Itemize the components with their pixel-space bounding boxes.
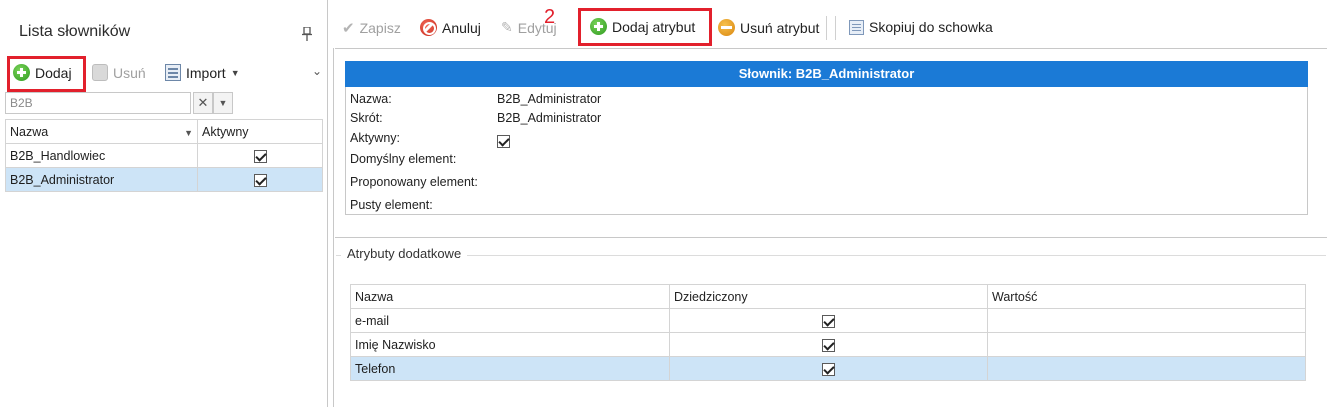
add-icon bbox=[590, 18, 607, 35]
cell-inherited[interactable] bbox=[669, 308, 988, 333]
cell-value[interactable] bbox=[987, 332, 1306, 357]
cell-name: B2B_Administrator bbox=[5, 167, 198, 192]
column-header-inherited[interactable]: Dziedziczony bbox=[669, 284, 988, 309]
save-button[interactable]: ✔ Zapisz bbox=[342, 19, 401, 37]
delete-icon bbox=[92, 64, 108, 81]
cancel-button[interactable]: Anuluj bbox=[420, 19, 481, 36]
add-dictionary-button[interactable]: Dodaj bbox=[13, 64, 72, 81]
cell-inherited[interactable] bbox=[669, 356, 988, 381]
clipboard-icon bbox=[849, 19, 864, 35]
column-header-active[interactable]: Aktywny bbox=[197, 119, 323, 144]
table-row[interactable]: B2B_Administrator bbox=[5, 167, 323, 192]
add-attribute-button[interactable]: Dodaj atrybut bbox=[590, 18, 695, 35]
filter-input[interactable]: B2B bbox=[5, 92, 191, 114]
pencil-icon: ✎ bbox=[501, 19, 513, 35]
active-checkbox[interactable] bbox=[253, 173, 267, 187]
table-row[interactable]: Telefon bbox=[350, 356, 1306, 381]
field-label-name: Nazwa: bbox=[350, 92, 392, 106]
inherited-checkbox[interactable] bbox=[822, 362, 835, 376]
column-header-name[interactable]: Nazwa ▼ bbox=[5, 119, 198, 144]
cell-active[interactable] bbox=[197, 167, 323, 192]
column-header-name[interactable]: Nazwa bbox=[350, 284, 670, 309]
cell-name: B2B_Handlowiec bbox=[5, 143, 198, 168]
pin-icon[interactable] bbox=[301, 27, 313, 41]
dictionary-details bbox=[345, 87, 1308, 215]
field-value-short: B2B_Administrator bbox=[497, 111, 602, 125]
active-checkbox[interactable] bbox=[253, 149, 267, 163]
field-value-name: B2B_Administrator bbox=[497, 92, 602, 106]
cell-inherited[interactable] bbox=[669, 332, 988, 357]
remove-icon bbox=[718, 19, 735, 36]
dictionary-header: Słownik: B2B_Administrator bbox=[345, 61, 1308, 87]
active-checkbox[interactable] bbox=[497, 135, 510, 149]
table-row[interactable]: Imię Nazwisko bbox=[350, 332, 1306, 357]
chevron-down-icon: ▼ bbox=[230, 67, 240, 78]
field-label-default-element: Domyślny element: bbox=[350, 152, 457, 166]
groupbox-line bbox=[336, 255, 1326, 256]
clear-filter-icon[interactable]: ✕ bbox=[193, 92, 213, 114]
table-row[interactable]: B2B_Handlowiec bbox=[5, 143, 323, 168]
inherited-checkbox[interactable] bbox=[822, 314, 835, 328]
cancel-icon bbox=[420, 19, 437, 36]
toolbar-overflow-chevron-icon[interactable]: ⌄ bbox=[312, 64, 322, 78]
annotation-number-2: 2 bbox=[544, 6, 556, 28]
attributes-grid: Nazwa Dziedziczony Wartość e-mail Imię N… bbox=[350, 284, 1306, 381]
import-button[interactable]: Import ▼ bbox=[165, 64, 240, 81]
field-label-active: Aktywny: bbox=[350, 131, 401, 145]
table-row[interactable]: e-mail bbox=[350, 308, 1306, 333]
cell-name: Imię Nazwisko bbox=[350, 332, 670, 357]
add-icon bbox=[13, 64, 30, 81]
cell-active[interactable] bbox=[197, 143, 323, 168]
remove-attribute-button[interactable]: Usuń atrybut bbox=[718, 19, 819, 36]
filter-dropdown-icon[interactable]: ▼ bbox=[213, 92, 233, 114]
section-divider bbox=[335, 237, 1327, 238]
field-label-empty-element: Pusty element: bbox=[350, 198, 433, 212]
panel-title: Lista słowników bbox=[19, 23, 131, 40]
column-header-value[interactable]: Wartość bbox=[987, 284, 1306, 309]
toolbar-bottom-border bbox=[335, 48, 1327, 49]
checkmark-icon: ✔ bbox=[342, 20, 355, 37]
cell-value[interactable] bbox=[987, 356, 1306, 381]
cell-name: e-mail bbox=[350, 308, 670, 333]
panel-divider bbox=[333, 48, 334, 407]
dictionary-grid: Nazwa ▼ Aktywny B2B_Handlowiec B2B_Admin… bbox=[5, 119, 323, 192]
attributes-group-title: Atrybuty dodatkowe bbox=[341, 246, 468, 261]
grid-header-row: Nazwa ▼ Aktywny bbox=[5, 119, 323, 144]
sort-arrow-icon: ▼ bbox=[184, 127, 193, 138]
inherited-checkbox[interactable] bbox=[822, 338, 835, 352]
import-icon bbox=[165, 64, 181, 81]
cell-name: Telefon bbox=[350, 356, 670, 381]
delete-dictionary-button[interactable]: Usuń bbox=[92, 64, 146, 81]
cell-value[interactable] bbox=[987, 308, 1306, 333]
copy-to-clipboard-button[interactable]: Skopiuj do schowka bbox=[849, 19, 993, 35]
toolbar-separator bbox=[835, 16, 836, 40]
field-label-short: Skrót: bbox=[350, 111, 383, 125]
toolbar-separator bbox=[826, 16, 827, 40]
grid-header-row: Nazwa Dziedziczony Wartość bbox=[350, 284, 1306, 309]
field-label-proposed-element: Proponowany element: bbox=[350, 175, 478, 189]
